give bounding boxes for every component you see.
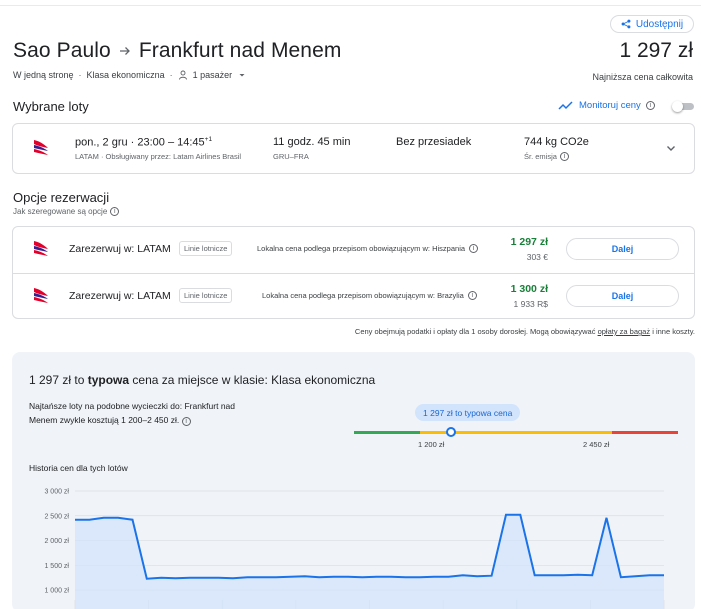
person-icon <box>178 70 187 80</box>
emissions-note-text: Śr. emisja <box>524 152 557 161</box>
airport-codes: GRU–FRA <box>273 152 309 161</box>
airline-chip: Linie lotnicze <box>179 288 233 303</box>
price-main: 1 300 zł <box>510 283 548 295</box>
option-price: 1 297 zł 303 € <box>511 236 548 262</box>
monitor-toggle[interactable] <box>672 101 694 112</box>
trend-icon <box>558 100 573 110</box>
selected-flight-card[interactable]: pon., 2 gru · 23:00 – 14:45+1 LATAM · Ob… <box>12 123 695 174</box>
latam-logo-icon <box>34 288 48 303</box>
y-tick-label: 2 500 zł <box>44 513 69 520</box>
sort-note[interactable]: Jak szeregowane są opcje i <box>13 207 120 216</box>
current-price-marker <box>446 427 456 437</box>
destination-city: Frankfurt nad Menem <box>138 39 342 62</box>
toggle-thumb <box>672 101 683 112</box>
latam-logo-icon <box>34 241 48 256</box>
monitor-label: Monitoruj ceny <box>579 100 641 111</box>
price-line <box>75 513 664 580</box>
disclaimer-text: Ceny obejmują podatki i opłaty dla 1 oso… <box>354 327 598 336</box>
typical-price-bubble: 1 297 zł to typowa cena <box>415 404 521 421</box>
range-low-segment <box>354 431 420 434</box>
next-button[interactable]: Dalej <box>566 238 679 260</box>
option-price: 1 300 zł 1 933 R$ <box>511 283 548 309</box>
airline-chip: Linie lotnicze <box>179 241 233 256</box>
passenger-count[interactable]: 1 pasażer <box>193 70 233 80</box>
info-icon[interactable]: i <box>467 291 477 300</box>
y-tick-label: 3 000 zł <box>44 489 69 496</box>
insight-title-post: cena za miejsce w klasie: Klasa ekonomic… <box>129 373 376 387</box>
range-low-label: 1 200 zł <box>418 440 445 449</box>
booking-options-heading: Opcje rezerwacji <box>13 190 110 205</box>
cabin-class[interactable]: Klasa ekonomiczna <box>87 70 165 80</box>
info-icon[interactable]: i <box>469 244 479 253</box>
price-main: 1 297 zł <box>510 236 548 248</box>
total-price: 1 297 zł <box>619 39 693 62</box>
booking-label: Zarezerwuj w: LATAM <box>69 243 171 255</box>
airline-info: LATAM · Obsługiwany przez: Latam Airline… <box>75 152 242 161</box>
next-button[interactable]: Dalej <box>566 285 679 307</box>
flight-duration: 11 godz. 45 min <box>273 136 351 148</box>
booking-option: Zarezerwuj w: LATAM Linie lotnicze Lokal… <box>13 273 694 319</box>
selected-flights-heading: Wybrane loty <box>13 99 89 114</box>
y-tick-label: 1 500 zł <box>44 563 69 570</box>
share-icon <box>621 19 631 29</box>
local-note-text: Lokalna cena podlega przepisom obowiązuj… <box>257 244 466 253</box>
info-icon[interactable]: i <box>110 207 120 216</box>
emissions-note: Śr. emisja i <box>524 152 569 161</box>
arrow-right-icon <box>119 47 130 55</box>
insight-title: 1 297 zł to typowa cena za miejsce w kla… <box>29 373 375 387</box>
local-price-note: Lokalna cena podlega przepisom obowiązuj… <box>262 291 477 300</box>
range-high-segment <box>612 431 678 434</box>
info-icon[interactable]: i <box>645 101 655 110</box>
price-history-chart: 3 000 zł 2 500 zł 2 000 zł 1 500 zł 1 000 zł <box>44 489 665 609</box>
y-tick-label: 1 000 zł <box>44 588 69 595</box>
price-disclaimer: Ceny obejmują podatki i opłaty dla 1 oso… <box>355 327 695 336</box>
insight-description-text: Najtańsze loty na podobne wycieczki do: … <box>29 401 236 425</box>
disclaimer-text-end: i inne koszty. <box>650 327 695 336</box>
insight-title-pre: 1 297 zł to <box>29 373 88 387</box>
price-area <box>75 514 664 609</box>
monitor-prices[interactable]: Monitoruj ceny i <box>558 100 655 111</box>
price-local-currency: 303 € <box>526 252 548 262</box>
latam-logo-icon <box>34 140 48 155</box>
insight-description: Najtańsze loty na podobne wycieczki do: … <box>29 399 259 427</box>
chevron-down-icon[interactable] <box>665 142 677 154</box>
y-tick-label: 2 000 zł <box>44 538 69 545</box>
share-button[interactable]: Udostępnij <box>610 15 694 33</box>
lowest-price-label: Najniższa cena całkowita <box>592 72 693 82</box>
separator: · <box>169 70 173 80</box>
sort-note-text: Jak szeregowane są opcje <box>13 207 108 216</box>
share-label: Udostępnij <box>635 18 684 30</box>
stops-info: Bez przesiadek <box>396 136 472 148</box>
range-high-label: 2 450 zł <box>583 440 610 449</box>
price-local-currency: 1 933 R$ <box>513 299 549 309</box>
emissions-value: 744 kg CO2e <box>524 136 589 148</box>
trip-meta: W jedną stronę · Klasa ekonomiczna · 1 p… <box>13 70 247 80</box>
origin-city: Sao Paulo <box>13 39 111 62</box>
separator: · <box>78 70 82 80</box>
info-icon[interactable]: i <box>181 417 191 426</box>
price-history-title: Historia cen dla tych lotów <box>29 463 128 473</box>
caret-down-icon[interactable] <box>237 70 247 80</box>
booking-options-list: Zarezerwuj w: LATAM Linie lotnicze Lokal… <box>12 226 695 319</box>
flight-date-time: pon., 2 gru · 23:00 – 14:45+1 <box>75 136 212 149</box>
info-icon[interactable]: i <box>559 152 569 161</box>
local-price-note: Lokalna cena podlega przepisom obowiązuj… <box>257 244 479 253</box>
insight-title-bold: typowa <box>87 373 130 387</box>
local-note-text: Lokalna cena podlega przepisom obowiązuj… <box>262 291 464 300</box>
trip-type[interactable]: W jedną stronę <box>13 70 74 80</box>
booking-option: Zarezerwuj w: LATAM Linie lotnicze Lokal… <box>13 227 694 273</box>
day-offset: +1 <box>204 136 213 143</box>
top-divider <box>0 5 701 6</box>
baggage-fees-link[interactable]: opłaty za bagaż <box>598 327 651 336</box>
route-title: Sao Paulo Frankfurt nad Menem <box>13 39 341 63</box>
booking-label: Zarezerwuj w: LATAM <box>69 290 171 302</box>
flight-time-text: pon., 2 gru · 23:00 – 14:45 <box>75 136 205 149</box>
